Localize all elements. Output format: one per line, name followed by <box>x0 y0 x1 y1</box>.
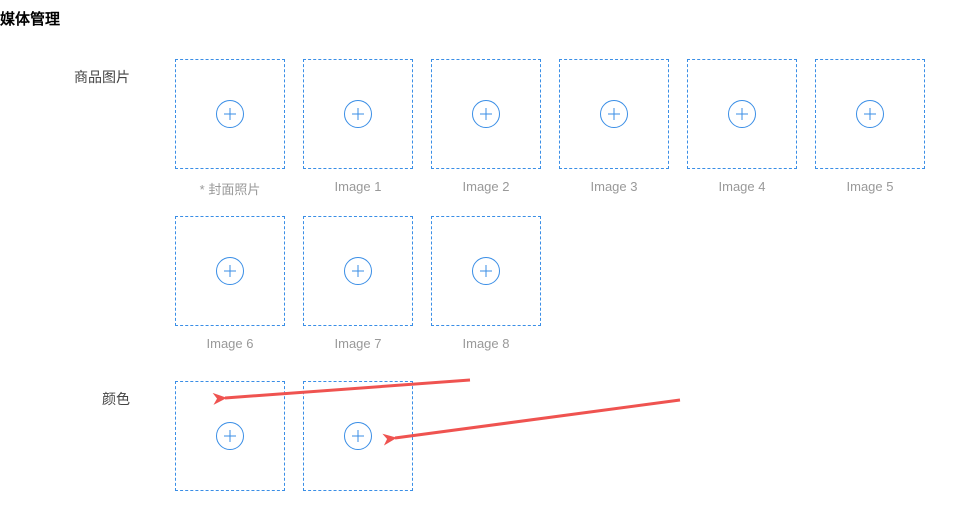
section-label-product-images: 商品图片 <box>0 59 175 87</box>
image-caption-cover: * 封面照片 <box>200 179 261 198</box>
image-caption-3: Image 3 <box>591 179 638 194</box>
image-upload-6[interactable] <box>175 216 285 326</box>
image-upload-cover[interactable] <box>175 59 285 169</box>
image-upload-7[interactable] <box>303 216 413 326</box>
plus-icon <box>216 422 244 450</box>
image-caption-2: Image 2 <box>463 179 510 194</box>
plus-icon <box>344 422 372 450</box>
plus-icon <box>344 100 372 128</box>
plus-icon <box>856 100 884 128</box>
image-caption-5: Image 5 <box>847 179 894 194</box>
section-label-color: 颜色 <box>0 381 175 409</box>
image-slot-4: Image 4 <box>687 59 797 198</box>
image-slot-5: Image 5 <box>815 59 925 198</box>
image-upload-8[interactable] <box>431 216 541 326</box>
image-upload-5[interactable] <box>815 59 925 169</box>
image-slot-6: Image 6 <box>175 216 285 351</box>
image-slot-2: Image 2 <box>431 59 541 198</box>
image-slot-3: Image 3 <box>559 59 669 198</box>
color-upload-1[interactable] <box>303 381 413 491</box>
plus-icon <box>600 100 628 128</box>
color-upload-0[interactable] <box>175 381 285 491</box>
color-slot-0 <box>175 381 285 491</box>
image-caption-6: Image 6 <box>207 336 254 351</box>
image-slot-7: Image 7 <box>303 216 413 351</box>
plus-icon <box>472 100 500 128</box>
image-slot-cover: * 封面照片 <box>175 59 285 198</box>
image-caption-1: Image 1 <box>335 179 382 194</box>
plus-icon <box>472 257 500 285</box>
color-slot-1 <box>303 381 413 491</box>
color-grid <box>175 381 953 491</box>
image-caption-7: Image 7 <box>335 336 382 351</box>
section-color: 颜色 <box>0 381 953 491</box>
image-slot-1: Image 1 <box>303 59 413 198</box>
plus-icon <box>728 100 756 128</box>
product-images-grid: * 封面照片 Image 1 Image 2 Image 3 <box>175 59 953 351</box>
section-product-images: 商品图片 * 封面照片 Image 1 Image 2 <box>0 59 953 351</box>
image-upload-4[interactable] <box>687 59 797 169</box>
page-title: 媒体管理 <box>0 0 953 29</box>
plus-icon <box>344 257 372 285</box>
image-caption-8: Image 8 <box>463 336 510 351</box>
image-upload-2[interactable] <box>431 59 541 169</box>
image-slot-8: Image 8 <box>431 216 541 351</box>
plus-icon <box>216 257 244 285</box>
plus-icon <box>216 100 244 128</box>
image-upload-3[interactable] <box>559 59 669 169</box>
image-caption-4: Image 4 <box>719 179 766 194</box>
image-upload-1[interactable] <box>303 59 413 169</box>
